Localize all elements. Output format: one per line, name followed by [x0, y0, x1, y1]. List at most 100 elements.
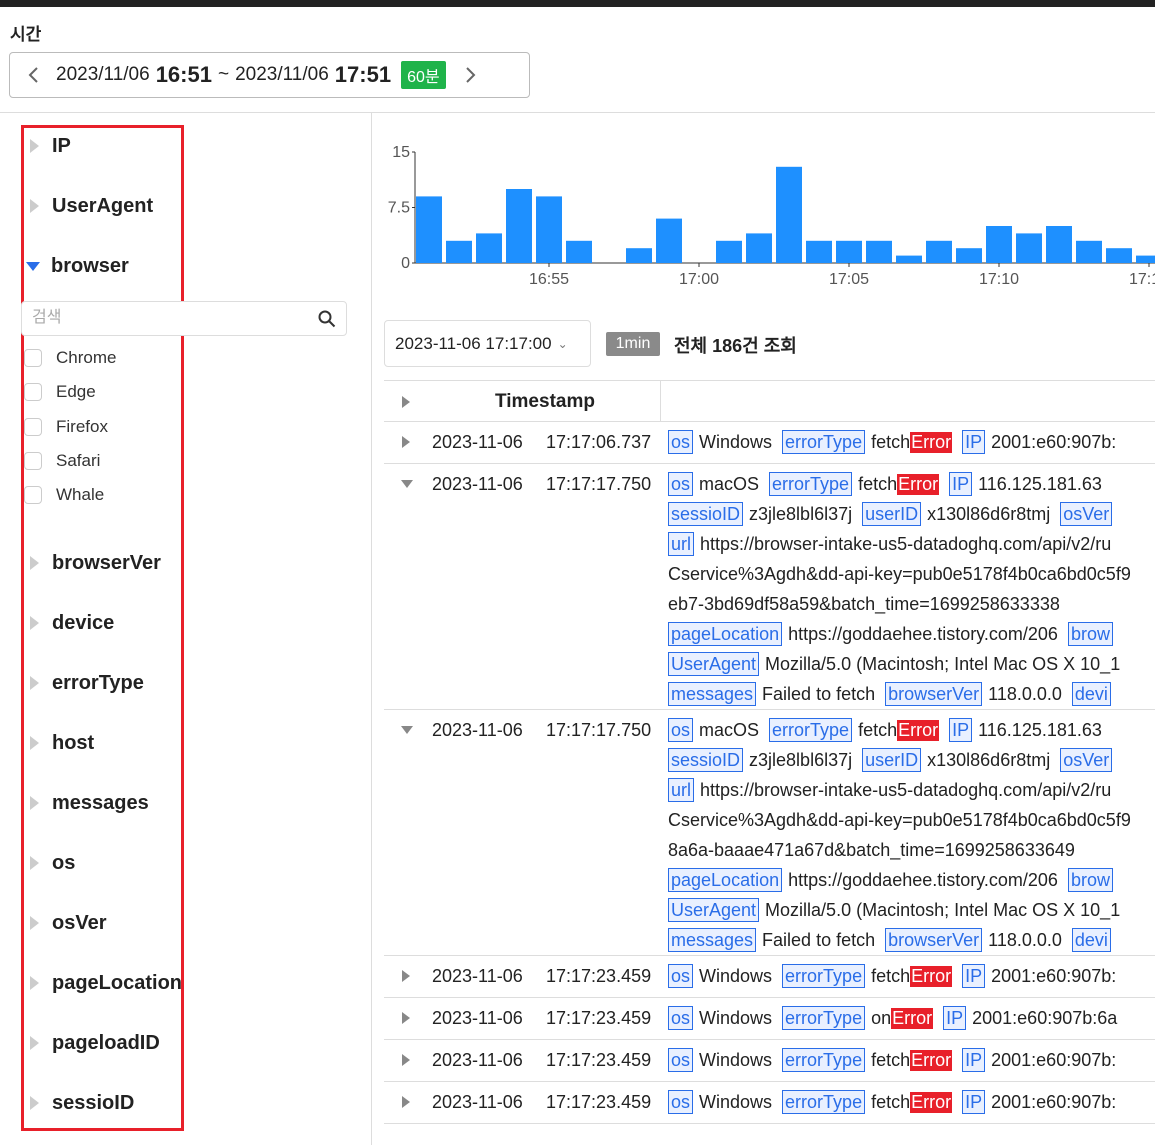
key-tag[interactable]: brow	[1067, 622, 1113, 646]
histogram-bar[interactable]	[1106, 248, 1132, 263]
histogram-bar[interactable]	[1076, 240, 1102, 263]
field-ip[interactable]: IP	[24, 131, 71, 161]
field-host[interactable]: host	[24, 728, 94, 758]
table-row[interactable]: 2023-11-06 17:17:06.737 os Windows errorT…	[384, 422, 1155, 464]
field-pageloadid[interactable]: pageloadID	[24, 1028, 160, 1058]
key-tag[interactable]: errorType	[782, 430, 866, 454]
search-icon[interactable]	[318, 310, 336, 328]
field-device[interactable]: device	[24, 608, 114, 638]
key-tag[interactable]: errorType	[782, 1048, 866, 1072]
time-range-picker[interactable]: 2023/11/06 16:51 ~ 2023/11/06 17:51 60분	[9, 52, 530, 98]
field-os[interactable]: os	[24, 848, 75, 878]
key-tag[interactable]: devi	[1071, 928, 1111, 952]
key-tag[interactable]: devi	[1071, 682, 1111, 706]
key-tag[interactable]: userID	[862, 502, 922, 526]
caret-right-icon[interactable]	[402, 1096, 410, 1108]
key-tag[interactable]: errorType	[782, 1090, 866, 1114]
caret-right-icon[interactable]	[402, 1012, 410, 1024]
key-tag[interactable]: errorType	[782, 1006, 866, 1030]
table-row-expanded[interactable]: 2023-11-06 17:17:17.750 os macOS errorTyp…	[384, 464, 1155, 710]
option-chrome[interactable]: Chrome	[24, 346, 116, 370]
histogram-bar[interactable]	[656, 218, 682, 263]
histogram-bar[interactable]	[626, 248, 652, 263]
key-tag[interactable]: url	[668, 532, 695, 556]
key-tag[interactable]: os	[668, 1048, 694, 1072]
histogram-bar[interactable]	[1046, 226, 1072, 263]
checkbox[interactable]	[24, 383, 42, 401]
caret-right-icon[interactable]	[402, 436, 410, 448]
chevron-right-icon[interactable]	[460, 65, 480, 85]
key-tag[interactable]: UserAgent	[668, 652, 760, 676]
key-tag[interactable]: errorType	[769, 718, 853, 742]
key-tag[interactable]: pageLocation	[668, 622, 783, 646]
field-browserver[interactable]: browserVer	[24, 548, 161, 578]
key-tag[interactable]: osVer	[1060, 502, 1113, 526]
table-row[interactable]: 2023-11-06 17:17:23.459 os Windows errorT…	[384, 1082, 1155, 1124]
histogram-bar[interactable]	[896, 255, 922, 263]
histogram-bar[interactable]	[506, 189, 532, 263]
key-tag[interactable]: IP	[962, 964, 986, 988]
key-tag[interactable]: os	[668, 1090, 694, 1114]
histogram-bar[interactable]	[866, 240, 892, 263]
key-tag[interactable]: IP	[943, 1006, 967, 1030]
key-tag[interactable]: IP	[962, 1090, 986, 1114]
key-tag[interactable]: IP	[962, 430, 986, 454]
key-tag[interactable]: messages	[668, 928, 757, 952]
histogram-bar[interactable]	[956, 248, 982, 263]
table-row-expanded[interactable]: 2023-11-06 17:17:17.750 os macOS errorTyp…	[384, 710, 1155, 956]
field-sessioid[interactable]: sessioID	[24, 1088, 134, 1118]
key-tag[interactable]: IP	[949, 472, 973, 496]
key-tag[interactable]: browserVer	[885, 682, 983, 706]
key-tag[interactable]: sessioID	[668, 748, 744, 772]
histogram-bar[interactable]	[716, 240, 742, 263]
key-tag[interactable]: errorType	[782, 964, 866, 988]
histogram-bar[interactable]	[1016, 233, 1042, 263]
timestamp-select[interactable]: 2023-11-06 17:17:00 ⌄	[384, 320, 591, 367]
histogram-bar[interactable]	[446, 240, 472, 263]
histogram-bar[interactable]	[746, 233, 772, 263]
histogram-bar[interactable]	[776, 166, 802, 263]
key-tag[interactable]: pageLocation	[668, 868, 783, 892]
key-tag[interactable]: brow	[1067, 868, 1113, 892]
key-tag[interactable]: os	[668, 718, 694, 742]
checkbox[interactable]	[24, 349, 42, 367]
key-tag[interactable]: url	[668, 778, 695, 802]
histogram-bar[interactable]	[986, 226, 1012, 263]
option-whale[interactable]: Whale	[24, 483, 104, 507]
key-tag[interactable]: os	[668, 472, 694, 496]
key-tag[interactable]: messages	[668, 682, 757, 706]
chevron-left-icon[interactable]	[24, 65, 44, 85]
histogram-bar[interactable]	[566, 240, 592, 263]
histogram-bar[interactable]	[416, 196, 442, 263]
caret-down-icon[interactable]	[401, 726, 413, 734]
search-input[interactable]	[30, 308, 294, 328]
key-tag[interactable]: browserVer	[885, 928, 983, 952]
key-tag[interactable]: userID	[862, 748, 922, 772]
key-tag[interactable]: os	[668, 964, 694, 988]
key-tag[interactable]: errorType	[769, 472, 853, 496]
field-pagelocation[interactable]: pageLocation	[24, 968, 182, 998]
table-row[interactable]: 2023-11-06 17:17:23.459 os Windows errorT…	[384, 998, 1155, 1040]
histogram-bar[interactable]	[536, 196, 562, 263]
histogram-bar[interactable]	[476, 233, 502, 263]
table-row[interactable]: 2023-11-06 17:17:23.459 os Windows errorT…	[384, 956, 1155, 998]
caret-right-icon[interactable]	[402, 970, 410, 982]
field-browser[interactable]: browser	[24, 251, 129, 281]
field-errortype[interactable]: errorType	[24, 668, 144, 698]
key-tag[interactable]: sessioID	[668, 502, 744, 526]
caret-right-icon[interactable]	[402, 1054, 410, 1066]
histogram-bar[interactable]	[836, 240, 862, 263]
key-tag[interactable]: osVer	[1060, 748, 1113, 772]
option-edge[interactable]: Edge	[24, 380, 96, 404]
key-tag[interactable]: UserAgent	[668, 898, 760, 922]
field-useragent[interactable]: UserAgent	[24, 191, 153, 221]
key-tag[interactable]: IP	[962, 1048, 986, 1072]
table-row[interactable]: 2023-11-06 17:17:23.459 os Windows errorT…	[384, 1040, 1155, 1082]
checkbox[interactable]	[24, 486, 42, 504]
key-tag[interactable]: os	[668, 430, 694, 454]
checkbox[interactable]	[24, 452, 42, 470]
key-tag[interactable]: IP	[949, 718, 973, 742]
histogram-bar[interactable]	[1136, 255, 1155, 263]
column-header-timestamp[interactable]: Timestamp	[495, 391, 595, 413]
checkbox[interactable]	[24, 418, 42, 436]
